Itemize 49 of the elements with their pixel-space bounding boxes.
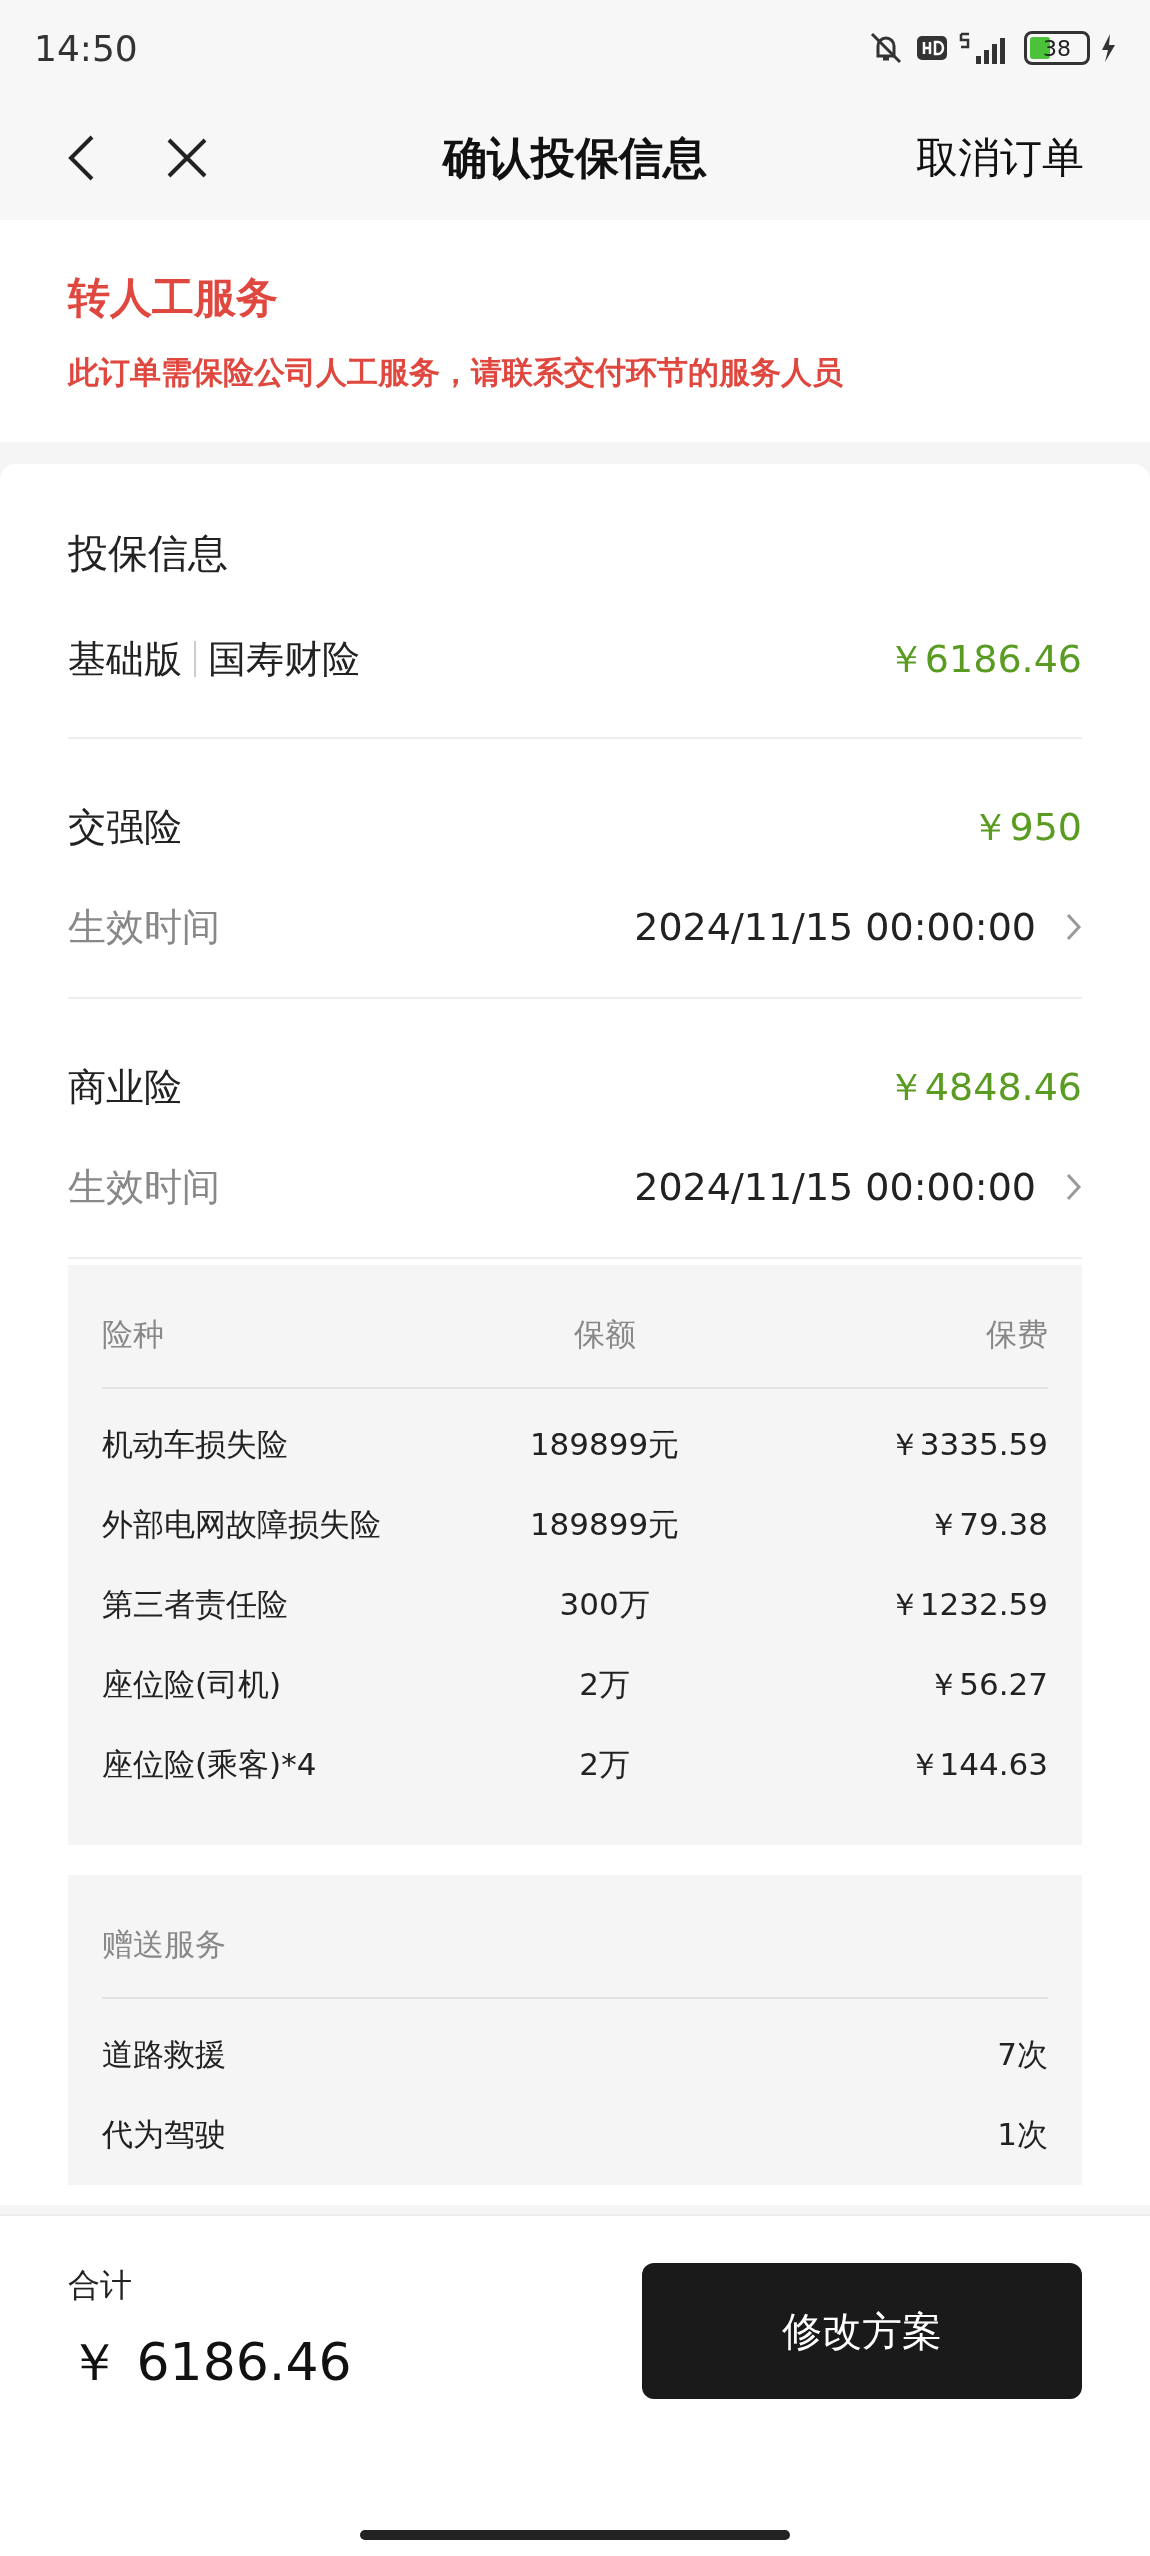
- panel-title: 赠送服务: [102, 1925, 226, 1964]
- table-cell-text: ￥1232.59: [887, 1585, 1048, 1624]
- table-cell-text: 189899元: [528, 1425, 681, 1464]
- close-icon[interactable]: [166, 137, 208, 179]
- charging-icon: [1100, 33, 1116, 63]
- chevron-right-icon[interactable]: [1066, 1173, 1082, 1201]
- insurance-name: 商业险: [68, 1063, 182, 1111]
- service-count: 7次: [996, 2035, 1048, 2074]
- chevron-right-icon[interactable]: [1066, 913, 1082, 941]
- insurance-name: 交强险: [68, 803, 182, 851]
- table-cell-text: 座位险(司机): [102, 1665, 283, 1704]
- date-label: 生效时间: [68, 1163, 220, 1211]
- table-cell-text: ￥79.38: [927, 1505, 1048, 1544]
- column-header: 险种: [102, 1315, 165, 1354]
- notice-title: 转人工服务: [68, 272, 279, 324]
- table-cell-text: ￥144.63: [907, 1745, 1048, 1784]
- table-cell-text: 机动车损失险: [102, 1425, 289, 1464]
- service-name: 代为驾驶: [102, 2115, 227, 2154]
- back-icon[interactable]: [66, 134, 96, 182]
- total-label: 合计: [68, 2265, 133, 2306]
- status-time: 14:50: [34, 27, 138, 69]
- table-cell-text: 2万: [578, 1745, 631, 1784]
- table-cell-text: 第三者责任险: [102, 1585, 289, 1624]
- page-title: 确认投保信息: [443, 130, 707, 185]
- insurer-name: 国寿财险: [208, 635, 360, 683]
- plan-name: 基础版: [68, 635, 182, 683]
- effective-date[interactable]: 2024/11/15 00:00:00: [634, 1165, 1036, 1209]
- service-name: 道路救援: [102, 2035, 227, 2074]
- table-cell-text: 300万: [558, 1585, 651, 1624]
- table-cell-text: 座位险(乘客)*4: [102, 1745, 318, 1784]
- notice-message: 此订单需保险公司人工服务，请联系交付环节的服务人员: [68, 353, 844, 392]
- total-price: ￥ 6186.46: [68, 2331, 352, 2394]
- section-title: 投保信息: [68, 529, 229, 578]
- price: ￥950: [971, 803, 1082, 851]
- price: ￥4848.46: [886, 1063, 1082, 1111]
- service-count: 1次: [996, 2115, 1048, 2154]
- cancel-order-link[interactable]: 取消订单: [916, 130, 1084, 186]
- hd-icon: [916, 34, 948, 62]
- table-cell-text: 外部电网故障损失险: [102, 1505, 382, 1544]
- table-cell-text: 189899元: [528, 1505, 681, 1544]
- price: ￥6186.46: [886, 635, 1082, 683]
- table-cell-text: 2万: [578, 1665, 631, 1704]
- modify-plan-button[interactable]: 修改方案: [642, 2263, 1082, 2399]
- table-cell-text: ￥56.27: [927, 1665, 1048, 1704]
- column-header: 保额: [572, 1315, 637, 1354]
- column-header: 保费: [985, 1315, 1048, 1354]
- date-label: 生效时间: [68, 903, 220, 951]
- effective-date[interactable]: 2024/11/15 00:00:00: [634, 905, 1036, 949]
- table-cell-text: ￥3335.59: [887, 1425, 1048, 1464]
